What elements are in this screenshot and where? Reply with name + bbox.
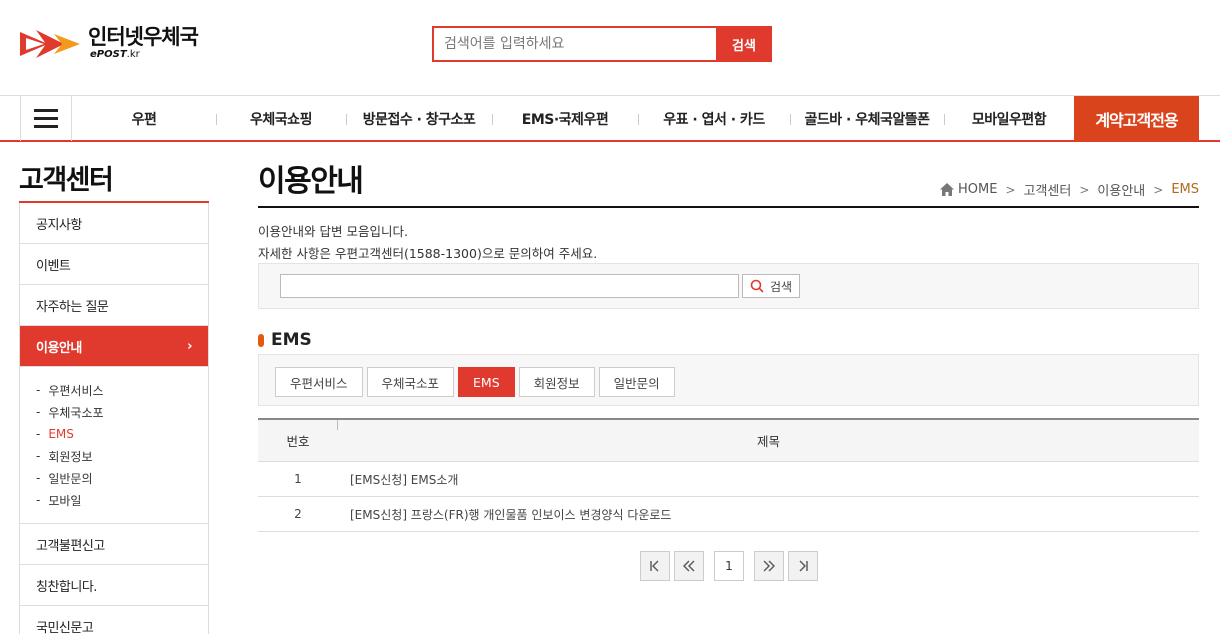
home-icon <box>939 183 954 196</box>
faq-search-button[interactable]: 검색 <box>742 274 800 298</box>
sidebar-item-praise[interactable]: 칭찬합니다. <box>20 565 208 606</box>
sidebar-item-notice[interactable]: 공지사항 <box>20 203 208 244</box>
faq-search-box: 검색 <box>258 263 1199 309</box>
tab-member-info[interactable]: 회원정보 <box>518 367 595 397</box>
sidebar-item-event[interactable]: 이벤트 <box>20 244 208 285</box>
row-title-link[interactable]: [EMS신청] 프랑스(FR)행 개인물품 인보이스 변경양식 다운로드 <box>338 506 1199 523</box>
table-header: 번호 제목 <box>258 420 1199 462</box>
contract-customer-button[interactable]: 계약고객전용 <box>1074 96 1199 141</box>
breadcrumb-customer-center[interactable]: 고객센터 <box>1024 180 1072 199</box>
logo-title: 인터넷우체국 <box>88 25 199 49</box>
row-number: 2 <box>294 507 302 521</box>
main-nav: 우편 우체국쇼핑 방문접수 · 창구소포 EMS·국제우편 우표 · 엽서 · … <box>0 95 1220 142</box>
description-line-2: 자세한 사항은 우편고객센터(1588-1300)으로 문의하여 주세요. <box>258 246 598 261</box>
nav-item-ems[interactable]: EMS·국제우편 <box>492 96 638 141</box>
epost-logo-icon <box>20 30 80 58</box>
title-divider <box>258 206 1199 208</box>
nav-item-post[interactable]: 우편 <box>72 96 216 141</box>
nav-item-stamps[interactable]: 우표 · 엽서 · 카드 <box>638 96 790 141</box>
sidebar-submenu: - 우편서비스 - 우체국소포 - EMS - 회원정보 - 일반문의 - 모바일 <box>20 367 208 524</box>
sidebar-sub-general[interactable]: - 일반문의 <box>36 467 208 489</box>
breadcrumb-guide[interactable]: 이용안내 <box>1097 180 1145 199</box>
faq-search-label: 검색 <box>769 279 793 294</box>
table-row[interactable]: 2 [EMS신청] 프랑스(FR)행 개인물품 인보이스 변경양식 다운로드 <box>258 497 1199 532</box>
sidebar-item-complaint[interactable]: 고객불편신고 <box>20 524 208 565</box>
tab-postal-service[interactable]: 우편서비스 <box>275 367 363 397</box>
prev-page-button[interactable] <box>674 551 704 581</box>
double-chevron-right-icon <box>763 560 775 572</box>
chevron-right-icon: > <box>1079 182 1090 197</box>
sidebar-sub-ems[interactable]: - EMS <box>36 423 208 445</box>
row-number: 1 <box>294 472 302 486</box>
tab-general-inquiry[interactable]: 일반문의 <box>598 367 675 397</box>
double-chevron-left-icon <box>683 560 695 572</box>
faq-table: 번호 제목 1 [EMS신청] EMS소개 2 [EMS신청] 프랑스(FR)행… <box>258 418 1199 532</box>
bullet-icon <box>258 333 264 347</box>
sidebar-menu: 공지사항 이벤트 자주하는 질문 이용안내 › - 우편서비스 - 우체국소포 -E… <box>19 203 209 634</box>
section-title: EMS <box>258 330 312 350</box>
chevron-right-icon: > <box>1153 182 1164 197</box>
nav-item-goldbar[interactable]: 골드바 · 우체국알뜰폰 <box>790 96 944 141</box>
column-header-number: 번호 <box>258 420 338 461</box>
sidebar-item-guide[interactable]: 이용안내 › <box>20 326 208 367</box>
logo-subtitle: ePOST.kr <box>90 49 140 60</box>
site-logo[interactable]: 인터넷우체국 ePOST.kr <box>18 24 199 64</box>
chevron-right-icon: › <box>187 338 192 354</box>
nav-item-mobile-mailbox[interactable]: 모바일우편함 <box>944 96 1074 141</box>
header-search-input[interactable] <box>432 26 716 62</box>
pagination: 1 <box>640 551 818 581</box>
header-search: 검색 <box>432 26 772 62</box>
nav-item-pickup[interactable]: 방문접수 · 창구소포 <box>346 96 492 141</box>
sidebar-item-faq[interactable]: 자주하는 질문 <box>20 285 208 326</box>
first-page-button[interactable] <box>640 551 670 581</box>
sidebar-sub-mobile[interactable]: - 모바일 <box>36 489 208 511</box>
page-number-current[interactable]: 1 <box>714 551 744 581</box>
tab-parcel[interactable]: 우체국소포 <box>366 367 455 397</box>
row-title-link[interactable]: [EMS신청] EMS소개 <box>338 471 1199 488</box>
sidebar-item-label: 이용안내 <box>36 340 82 356</box>
faq-search-input[interactable] <box>280 274 739 298</box>
page-title: 이용안내 <box>258 164 364 199</box>
search-icon <box>750 279 764 293</box>
sidebar-sub-parcel[interactable]: - 우체국소포 <box>36 401 208 423</box>
next-page-button[interactable] <box>754 551 784 581</box>
hamburger-menu-icon[interactable] <box>20 96 72 141</box>
last-page-icon <box>799 560 808 572</box>
first-page-icon <box>650 560 659 572</box>
breadcrumb-home[interactable]: HOME <box>958 182 997 197</box>
category-tabs-box: 우편서비스 우체국소포 EMS 회원정보 일반문의 <box>258 354 1199 406</box>
sidebar-sub-member[interactable]: - 회원정보 <box>36 445 208 467</box>
header-search-button[interactable]: 검색 <box>716 26 772 62</box>
sidebar-item-epeople[interactable]: 국민신문고 <box>20 606 208 634</box>
chevron-right-icon: > <box>1005 182 1016 197</box>
column-header-title: 제목 <box>756 434 780 449</box>
table-row[interactable]: 1 [EMS신청] EMS소개 <box>258 462 1199 497</box>
description-line-1: 이용안내와 답변 모음입니다. <box>258 224 408 239</box>
breadcrumb-current: EMS <box>1171 182 1199 197</box>
breadcrumb: HOME > 고객센터 > 이용안내 > EMS <box>939 180 1199 199</box>
sidebar-title: 고객센터 <box>19 165 114 196</box>
nav-item-shopping[interactable]: 우체국쇼핑 <box>216 96 346 141</box>
last-page-button[interactable] <box>788 551 818 581</box>
sidebar-sub-postal[interactable]: - 우편서비스 <box>36 379 208 401</box>
tab-ems[interactable]: EMS <box>458 367 515 397</box>
